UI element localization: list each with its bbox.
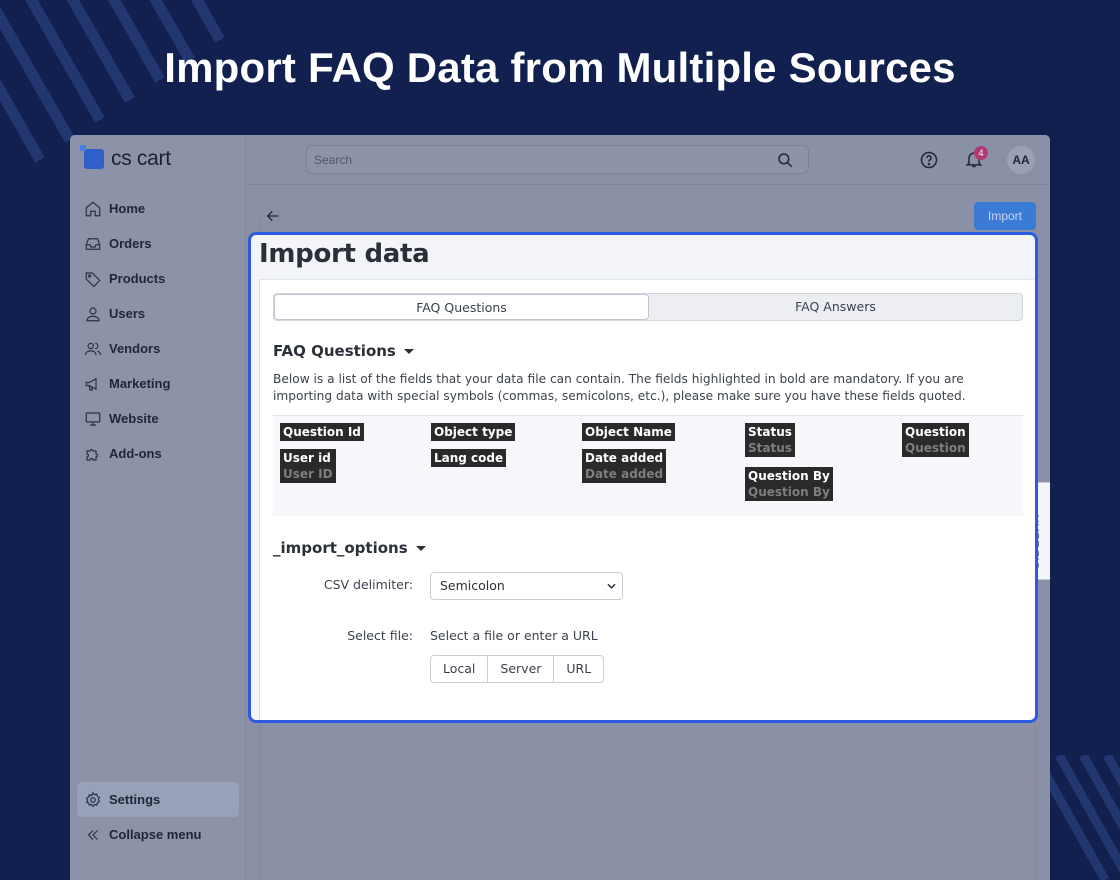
sidebar-item-vendors[interactable]: Vendors bbox=[70, 331, 246, 366]
sidebar-item-label: Users bbox=[109, 306, 146, 321]
field-name: Lang code bbox=[434, 451, 504, 465]
import-form: FAQ Questions FAQ Answers FAQ Questions … bbox=[259, 279, 1035, 720]
search-box bbox=[306, 145, 809, 174]
url-button[interactable]: URL bbox=[554, 656, 603, 682]
tag-icon bbox=[85, 271, 101, 287]
sidebar-item-label: Home bbox=[109, 201, 146, 216]
section-toggle-fields[interactable]: FAQ Questions bbox=[273, 342, 414, 360]
sidebar-item-label: Vendors bbox=[109, 341, 161, 356]
sidebar-item-settings[interactable]: Settings bbox=[77, 782, 239, 817]
logo[interactable]: cs cart bbox=[80, 145, 171, 173]
puzzle-icon bbox=[86, 448, 99, 461]
field-user-id: User id User ID bbox=[280, 449, 336, 483]
sidebar-item-website[interactable]: Website bbox=[70, 401, 246, 436]
field-object-name: Object Name bbox=[582, 423, 675, 441]
sidebar-item-label: Settings bbox=[109, 792, 161, 807]
fields-list: Question Id Object type Object Name Stat… bbox=[273, 415, 1023, 516]
field-lang-code: Lang code bbox=[431, 449, 507, 467]
fields-description: Below is a list of the fields that your … bbox=[273, 372, 966, 403]
users-icon bbox=[84, 342, 102, 355]
inbox-icon bbox=[85, 237, 101, 250]
caret-down-icon bbox=[403, 349, 414, 354]
file-hint: Select a file or enter a URL bbox=[430, 628, 598, 643]
sidebar-item-marketing[interactable]: Marketing bbox=[70, 366, 246, 401]
help-icon[interactable] bbox=[919, 150, 939, 170]
field-alias: Status bbox=[748, 441, 792, 455]
field-name: Date added bbox=[585, 451, 664, 465]
main-nav: Home Orders Products Users Vendors Marke… bbox=[70, 191, 246, 471]
logo-text: cs cart bbox=[111, 147, 171, 170]
field-name: Object type bbox=[434, 425, 513, 439]
sidebar-item-addons[interactable]: Add-ons bbox=[70, 436, 246, 471]
local-button[interactable]: Local bbox=[431, 656, 489, 682]
field-name: Question bbox=[905, 425, 966, 439]
field-alias: Question By bbox=[748, 485, 830, 499]
field-name: Object Name bbox=[585, 425, 672, 439]
import-button[interactable]: Import bbox=[974, 202, 1036, 230]
field-alias: Date added bbox=[585, 467, 664, 481]
chevron-down-icon bbox=[607, 583, 616, 589]
monitor-icon bbox=[85, 411, 101, 426]
double-chevron-left-icon bbox=[87, 829, 98, 840]
server-button[interactable]: Server bbox=[488, 656, 555, 682]
sidebar-item-home[interactable]: Home bbox=[70, 191, 246, 226]
field-question: Question Question bbox=[902, 423, 969, 457]
user-icon bbox=[86, 306, 100, 321]
sidebar-item-orders[interactable]: Orders bbox=[70, 226, 246, 261]
top-bar: 4 AA bbox=[246, 135, 1050, 185]
sidebar-item-label: Products bbox=[109, 271, 166, 286]
sidebar-item-products[interactable]: Products bbox=[70, 261, 246, 296]
section-toggle-import-options[interactable]: _import_options bbox=[273, 539, 426, 557]
home-icon bbox=[85, 200, 101, 216]
field-alias: User ID bbox=[283, 467, 333, 481]
field-question-by: Question By Question By bbox=[745, 467, 833, 501]
csv-delimiter-label: CSV delimiter: bbox=[323, 577, 413, 592]
field-name: Status bbox=[748, 425, 792, 439]
import-data-panel: Import data FAQ Questions FAQ Answers FA… bbox=[248, 232, 1038, 723]
import-tabs: FAQ Questions FAQ Answers bbox=[273, 293, 1023, 321]
decorative-stripes-bottom-right bbox=[1045, 755, 1120, 880]
gear-icon bbox=[85, 791, 101, 807]
sidebar-item-users[interactable]: Users bbox=[70, 296, 246, 331]
tab-faq-answers[interactable]: FAQ Answers bbox=[649, 294, 1022, 320]
field-name: Question By bbox=[748, 469, 830, 483]
notification-badge: 4 bbox=[974, 146, 988, 160]
megaphone-icon bbox=[85, 377, 97, 391]
field-date-added: Date added Date added bbox=[582, 449, 667, 483]
select-value: Semicolon bbox=[440, 578, 505, 593]
field-name: User id bbox=[283, 451, 331, 465]
tab-faq-questions[interactable]: FAQ Questions bbox=[274, 294, 649, 320]
page-title: Import data bbox=[259, 239, 430, 269]
sidebar-item-label: Website bbox=[109, 411, 159, 426]
sidebar-item-collapse-menu[interactable]: Collapse menu bbox=[70, 817, 246, 852]
sidebar-bottom-nav: Settings Collapse menu bbox=[70, 782, 246, 852]
caret-down-icon bbox=[415, 546, 426, 551]
promo-title: Import FAQ Data from Multiple Sources bbox=[164, 44, 956, 91]
csv-delimiter-select[interactable]: Semicolon bbox=[430, 572, 623, 600]
sidebar-item-label: Add-ons bbox=[109, 446, 162, 461]
section-heading: FAQ Questions bbox=[273, 342, 396, 360]
field-alias: Question bbox=[905, 441, 966, 455]
sidebar-item-label: Marketing bbox=[109, 376, 171, 391]
field-question-id: Question Id bbox=[280, 423, 364, 441]
sidebar: cs cart Home Orders Products Users Vendo… bbox=[70, 135, 246, 880]
select-file-label: Select file: bbox=[347, 628, 413, 643]
avatar[interactable]: AA bbox=[1007, 146, 1035, 174]
file-source-buttons: Local Server URL bbox=[430, 655, 605, 683]
field-object-type: Object type bbox=[431, 423, 516, 441]
search-input[interactable] bbox=[307, 146, 757, 173]
section-heading: _import_options bbox=[273, 539, 408, 557]
field-status: Status Status bbox=[745, 423, 795, 457]
sidebar-item-label: Orders bbox=[109, 236, 152, 251]
back-arrow-icon[interactable] bbox=[265, 208, 281, 224]
search-icon[interactable] bbox=[776, 151, 794, 169]
field-name: Question Id bbox=[283, 425, 361, 439]
sidebar-item-label: Collapse menu bbox=[109, 827, 202, 842]
logo-mark bbox=[80, 145, 104, 169]
